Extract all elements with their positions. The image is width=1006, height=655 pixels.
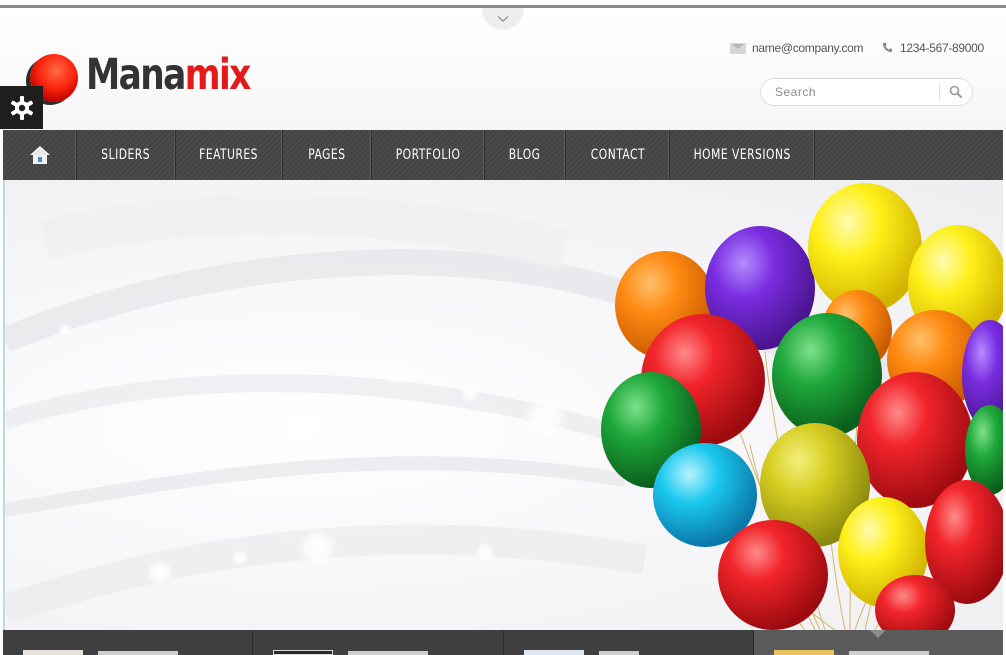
- nav-blog-label: BLOG: [509, 147, 541, 163]
- slider-thumb-caption: [598, 651, 639, 655]
- page: Manamix name@company.com 1234-567-89000: [0, 0, 1006, 655]
- hero-slider[interactable]: [5, 180, 1003, 630]
- slider-thumb-caption: [98, 651, 178, 655]
- slider-thumb-caption: [848, 651, 929, 655]
- slider-thumbnails: [3, 630, 1003, 655]
- nav-blog[interactable]: BLOG: [485, 130, 566, 180]
- nav-features[interactable]: FEATURES: [176, 130, 283, 180]
- slider-thumb-1[interactable]: [3, 630, 254, 655]
- nav-sliders[interactable]: SLIDERS: [77, 130, 176, 180]
- slider-thumb-image: [773, 650, 834, 655]
- slider-artwork: [5, 183, 1003, 630]
- style-switcher-button[interactable]: [0, 86, 43, 129]
- nav-pages-label: PAGES: [308, 147, 346, 163]
- contact-phone: 1234-567-89000: [882, 41, 984, 55]
- main-navigation: SLIDERS FEATURES PAGES PORTFOLIO BLOG CO…: [3, 130, 1003, 180]
- nav-home[interactable]: [3, 130, 77, 180]
- contact-email[interactable]: name@company.com: [730, 41, 864, 55]
- nav-contact[interactable]: CONTACT: [566, 130, 670, 180]
- logo-text-part1: Mana: [86, 50, 186, 100]
- gear-icon: [10, 95, 33, 120]
- nav-features-label: FEATURES: [199, 147, 259, 163]
- home-icon: [29, 146, 50, 164]
- phone-icon: [882, 42, 894, 54]
- nav-pages[interactable]: PAGES: [283, 130, 372, 180]
- slider-thumb-image: [523, 650, 584, 655]
- chevron-down-icon: [497, 15, 509, 22]
- envelope-icon: [730, 42, 746, 54]
- slider-thumb-image: [273, 650, 334, 655]
- search-box: [760, 78, 973, 106]
- nav-home-versions-label: HOME VERSIONS: [693, 147, 791, 163]
- slider-thumb-3[interactable]: [504, 630, 754, 655]
- search-button[interactable]: [940, 79, 972, 105]
- contact-phone-text: 1234-567-89000: [900, 41, 984, 55]
- site-logo[interactable]: Manamix: [86, 48, 252, 102]
- slider-thumb-4-active[interactable]: [753, 630, 1003, 655]
- logo-text-part2: mix: [184, 50, 252, 100]
- active-pointer-icon: [869, 630, 886, 638]
- nav-contact-label: CONTACT: [590, 147, 645, 163]
- slider-thumb-2[interactable]: [253, 630, 504, 655]
- magnifier-icon: [949, 85, 963, 99]
- contact-email-text: name@company.com: [752, 41, 864, 55]
- slider-thumb-caption: [348, 651, 429, 655]
- nav-home-versions[interactable]: HOME VERSIONS: [670, 130, 815, 180]
- nav-portfolio-label: PORTFOLIO: [395, 147, 461, 163]
- search-input[interactable]: [761, 80, 939, 104]
- nav-sliders-label: SLIDERS: [101, 147, 151, 163]
- slider-thumb-image: [23, 650, 83, 655]
- nav-portfolio[interactable]: PORTFOLIO: [372, 130, 485, 180]
